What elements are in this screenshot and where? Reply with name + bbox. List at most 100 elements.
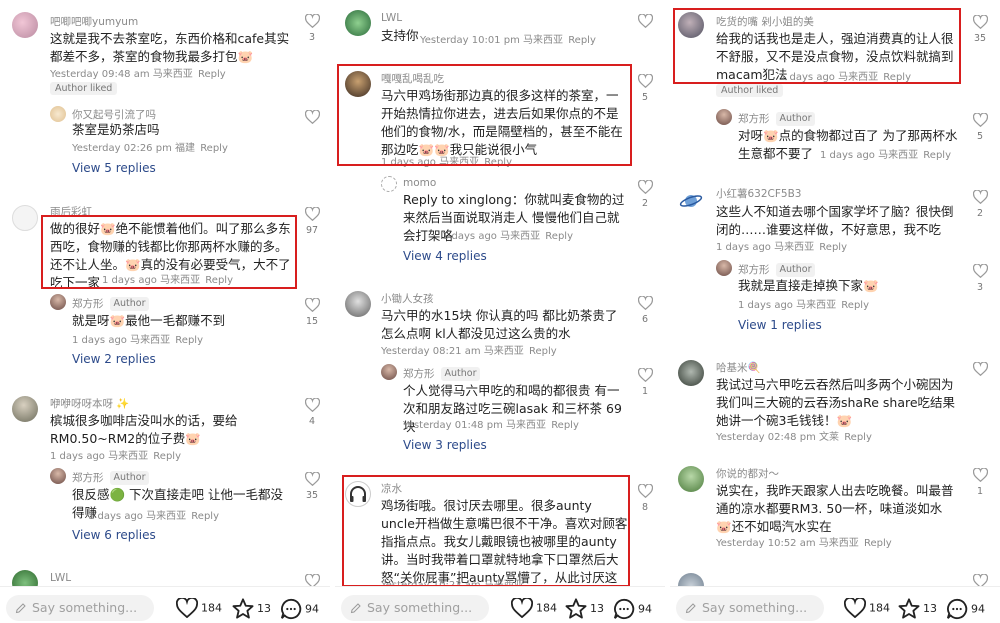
like-button[interactable]: 2 <box>637 180 653 209</box>
username-text[interactable]: 郑方形 <box>403 368 435 380</box>
like-button[interactable]: 1 <box>972 468 988 497</box>
comment-username[interactable]: 郑方形 Author <box>72 296 150 311</box>
username-text[interactable]: 郑方形 <box>738 113 770 125</box>
comment-username[interactable]: 小锄人女孩 <box>381 291 434 306</box>
comment-text[interactable]: 茶室是奶茶店吗 <box>72 121 292 139</box>
like-button[interactable]: 35 <box>304 472 320 501</box>
like-button[interactable]: 35 <box>972 15 988 44</box>
avatar[interactable] <box>345 10 371 36</box>
favorite-stat[interactable]: 13 <box>565 598 604 619</box>
avatar[interactable] <box>50 106 66 122</box>
avatar[interactable] <box>345 291 371 317</box>
avatar[interactable] <box>50 468 66 484</box>
reply-link[interactable]: Reply <box>844 432 872 443</box>
view-replies-link[interactable]: View 5 replies <box>72 161 156 175</box>
username-text[interactable]: 郑方形 <box>738 264 770 276</box>
favorite-stat[interactable]: 13 <box>898 598 937 619</box>
comment-text[interactable]: 马六甲的水15块 你认真的吗 都比奶茶贵了 怎么点啊 kl人都没见过这么贵的水 <box>381 307 626 343</box>
comment-username[interactable]: momo <box>403 177 436 189</box>
like-button[interactable]: 4 <box>304 398 320 427</box>
comment-username[interactable]: LWL <box>381 12 402 24</box>
view-replies-link[interactable]: View 4 replies <box>403 249 487 263</box>
comment-text[interactable]: 就是呀🐷最他一毛都赚不到 <box>72 312 292 330</box>
like-stat[interactable]: 184 <box>175 596 222 619</box>
comment-username[interactable]: 郑方形 Author <box>72 470 150 485</box>
comment-bubble-icon <box>280 598 302 620</box>
comment-text[interactable]: 说实在，我昨天跟家人出去吃晚餐。叫最普通的凉水都要RM3. 50一杯，味道淡如水… <box>716 482 956 536</box>
reply-link[interactable]: Reply <box>545 231 573 242</box>
comment-stat[interactable]: 94 <box>280 598 319 620</box>
comment-username[interactable]: 你说的都对～ <box>716 466 779 481</box>
comment-username[interactable]: 郑方形 Author <box>738 111 816 126</box>
like-stat[interactable]: 184 <box>510 596 557 619</box>
comment-stat[interactable]: 94 <box>613 598 652 620</box>
comment-text[interactable]: 槟城很多咖啡店没叫水的话，要给RM0.50~RM2的位子费🐷 <box>50 412 295 448</box>
comment-input[interactable]: Say something... <box>676 595 824 621</box>
comment-username[interactable]: 你又起号引流了吗 <box>72 107 156 122</box>
comment-username[interactable]: 吧唧吧唧yumyum <box>50 14 138 29</box>
avatar[interactable] <box>716 109 732 125</box>
avatar[interactable] <box>12 396 38 422</box>
reply-link[interactable]: Reply <box>529 346 557 357</box>
like-button[interactable] <box>304 110 320 124</box>
like-button[interactable] <box>972 362 988 376</box>
comment-username[interactable]: 咿咿呀呀本呀 ✨ <box>50 396 129 411</box>
like-button[interactable]: 3 <box>972 264 988 293</box>
like-button[interactable]: 5 <box>972 113 988 142</box>
comment-username[interactable]: 哈基米🍭 <box>716 360 761 375</box>
reply-link[interactable]: Reply <box>841 300 869 311</box>
reply-link[interactable]: Reply <box>175 335 203 346</box>
reply-link[interactable]: Reply <box>923 150 951 161</box>
like-button[interactable]: 97 <box>304 207 320 236</box>
like-button[interactable]: 2 <box>972 190 988 219</box>
avatar[interactable] <box>12 205 38 231</box>
comment-meta-text: 1 days ago 马来西亚 <box>50 451 149 462</box>
view-replies-link[interactable]: View 6 replies <box>72 528 156 542</box>
reply-link[interactable]: Reply <box>551 420 579 431</box>
bottom-bar: Say something... 184 13 94 <box>670 586 1000 623</box>
avatar[interactable] <box>716 260 732 276</box>
comment-input[interactable]: Say something... <box>341 595 489 621</box>
like-stat[interactable]: 184 <box>843 596 890 619</box>
reply-link[interactable]: Reply <box>153 451 181 462</box>
heart-icon <box>304 472 320 486</box>
comment-text[interactable]: 这就是我不去茶室吃，东西价格和cafe其实都差不多，茶室的食物我最多打包🐷 <box>50 30 295 66</box>
reply-link[interactable]: Reply <box>191 511 219 522</box>
highlight-box <box>41 215 297 289</box>
comment-stat[interactable]: 94 <box>946 598 985 620</box>
like-button[interactable]: 3 <box>304 14 320 43</box>
comment-username[interactable]: 郑方形 Author <box>738 262 816 277</box>
comment-username[interactable]: 郑方形 Author <box>403 366 481 381</box>
like-button[interactable]: 1 <box>637 368 653 397</box>
comment-text[interactable]: 我试过马六甲吃云吞然后叫多两个小碗因为我们叫三大碗的云吞汤shaRe share… <box>716 376 956 430</box>
avatar[interactable] <box>678 466 704 492</box>
avatar[interactable] <box>12 12 38 38</box>
username-text[interactable]: 郑方形 <box>72 298 104 310</box>
reply-link[interactable]: Reply <box>819 242 847 253</box>
reply-link[interactable]: Reply <box>198 69 226 80</box>
reply-link[interactable]: Reply <box>864 538 892 549</box>
like-button[interactable]: 15 <box>304 298 320 327</box>
view-replies-link[interactable]: View 1 replies <box>738 318 822 332</box>
avatar[interactable] <box>381 364 397 380</box>
comment-input[interactable]: Say something... <box>6 595 154 621</box>
comment-text[interactable]: 我就是直接走掉换下家🐷 <box>738 277 958 295</box>
comment-meta-text: Yesterday 10:01 pm 马来西亚 <box>420 35 563 46</box>
favorite-stat[interactable]: 13 <box>232 598 271 619</box>
reply-link[interactable]: Reply <box>200 143 228 154</box>
comment-text[interactable]: 这些人不知道去哪个国家学坏了脑？很快倒闭的……谁要这样做，不好意思，我不吃 <box>716 203 956 239</box>
like-button[interactable]: 5 <box>637 74 653 103</box>
reply-link[interactable]: Reply <box>568 35 596 46</box>
view-replies-link[interactable]: View 2 replies <box>72 352 156 366</box>
avatar[interactable] <box>678 188 704 214</box>
view-replies-link[interactable]: View 3 replies <box>403 438 487 452</box>
avatar[interactable] <box>381 176 397 192</box>
like-button[interactable]: 8 <box>637 484 653 513</box>
avatar[interactable] <box>50 294 66 310</box>
comment-username[interactable]: 小红薯632CF5B3 <box>716 186 801 201</box>
username-text[interactable]: 郑方形 <box>72 472 104 484</box>
like-button[interactable]: 6 <box>637 296 653 325</box>
like-button[interactable] <box>637 14 653 28</box>
comment-username[interactable]: LWL <box>50 572 71 584</box>
avatar[interactable] <box>678 360 704 386</box>
